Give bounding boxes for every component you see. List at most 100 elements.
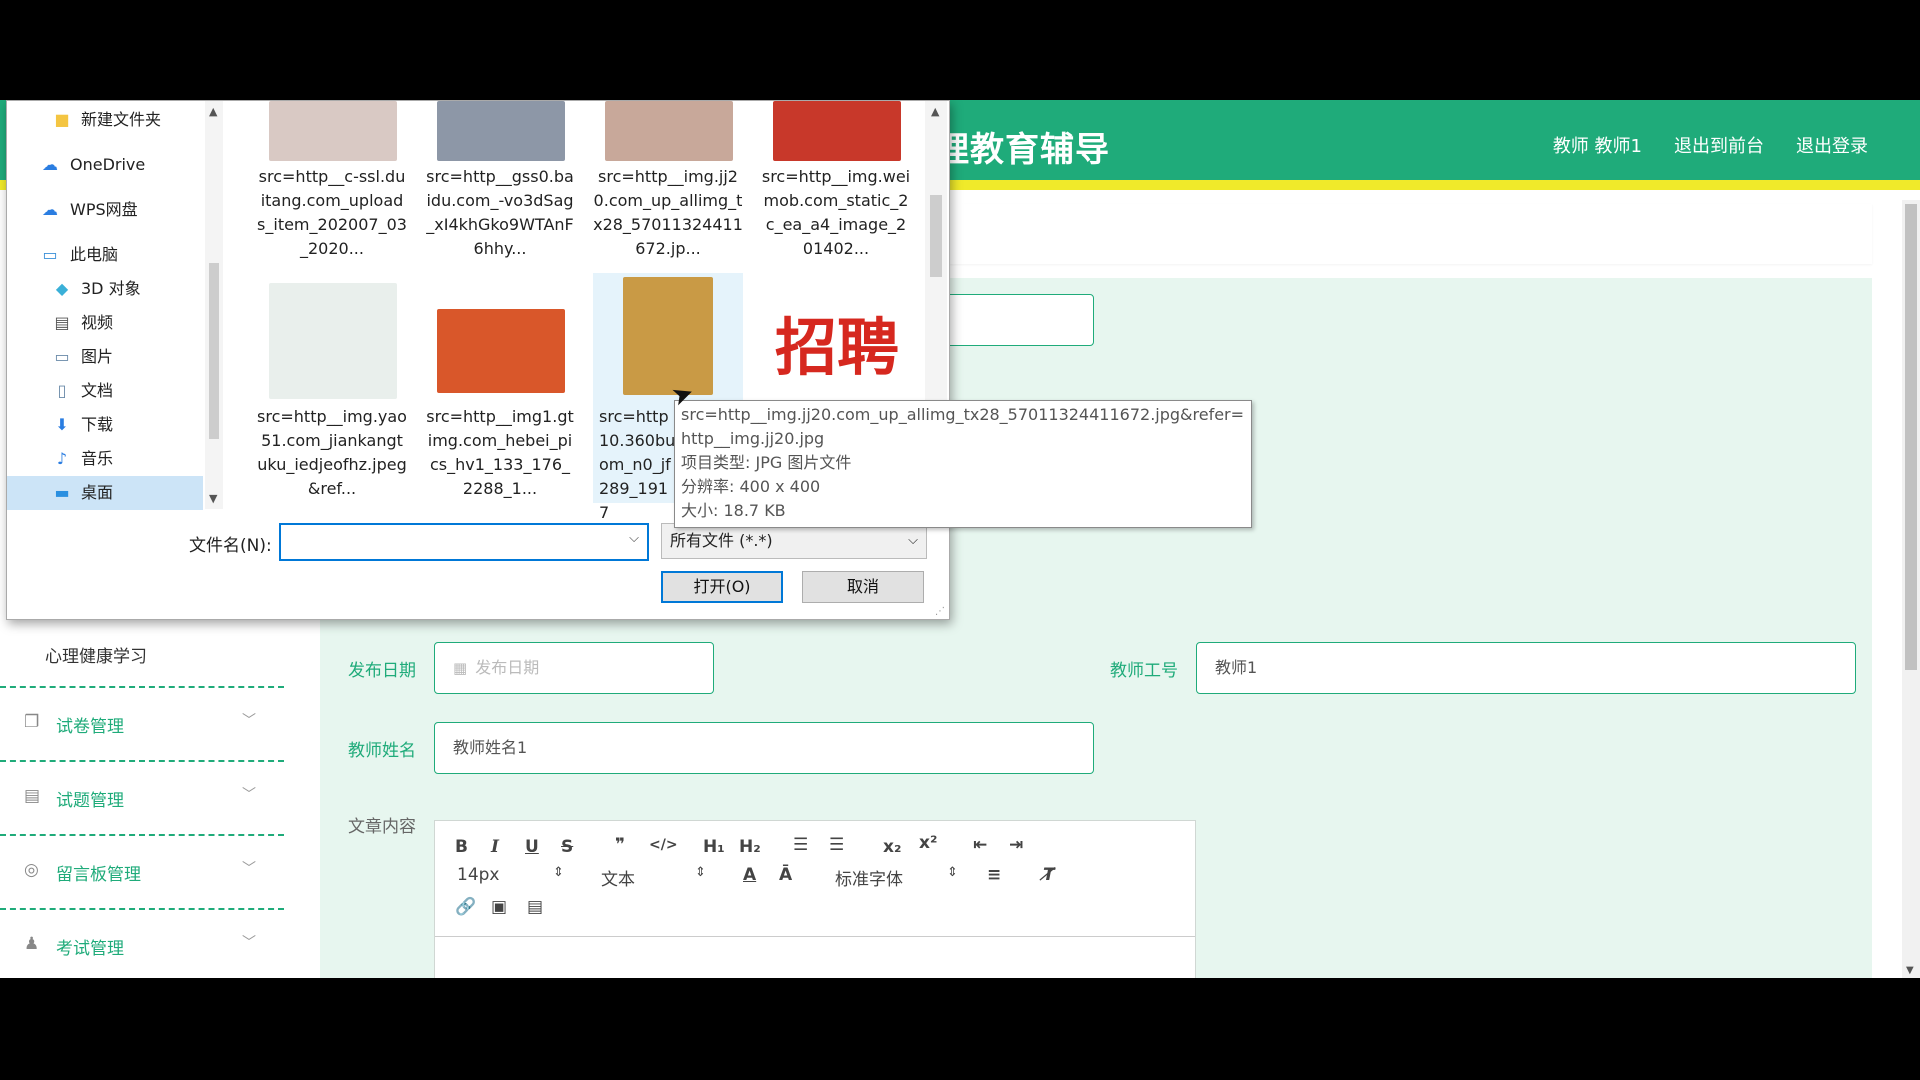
wps-cloud-icon: ☁ <box>42 200 58 219</box>
clear-format-icon[interactable]: T̸ <box>1043 865 1055 885</box>
calendar-icon: ▦ <box>453 659 468 677</box>
file-thumbnail <box>269 101 397 161</box>
nav-item-label: 图片 <box>81 347 114 366</box>
teacher-id-input[interactable]: 教师1 <box>1196 642 1856 694</box>
sidebar-item-label: 考试管理 <box>56 939 124 959</box>
link-icon[interactable]: 🔗 <box>455 897 476 917</box>
computer-icon: ▭ <box>42 245 58 264</box>
nav-item-documents[interactable]: ▯ 文档 <box>7 374 203 408</box>
publish-date-placeholder: 发布日期 <box>475 658 540 677</box>
chevron-down-icon: ⌵ <box>908 533 918 548</box>
picture-folder-icon: ▭ <box>54 347 70 366</box>
nav-item-label: 文档 <box>81 381 114 400</box>
teacher-id-label: 教师工号 <box>1110 661 1178 681</box>
sidebar-subitem-psych-learning[interactable]: 心理健康学习 <box>45 642 147 667</box>
file-open-dialog: ■ 新建文件夹 ☁ OneDrive ☁ WPS网盘 ▭ 此电脑 ◆ 3D 对象… <box>6 100 950 620</box>
code-icon[interactable]: </> <box>649 837 678 853</box>
chevron-down-icon[interactable]: ⌵ <box>629 531 639 546</box>
logout-link[interactable]: 退出登录 <box>1796 132 1868 158</box>
scroll-down-arrow-icon[interactable]: ▼ <box>1906 965 1914 976</box>
h1-icon[interactable]: H₁ <box>703 837 725 857</box>
nav-item-this-pc[interactable]: ▭ 此电脑 <box>7 238 203 272</box>
nav-item-music[interactable]: ♪ 音乐 <box>7 442 203 476</box>
chevron-down-icon: ﹀ <box>242 861 256 877</box>
nav-item-label: 桌面 <box>81 483 114 502</box>
copy-icon: ❐ <box>24 712 40 732</box>
file-type-filter[interactable]: 所有文件 (*.*) ⌵ <box>661 523 927 559</box>
sidebar-item-label: 留言板管理 <box>56 865 141 885</box>
nav-item-pictures[interactable]: ▭ 图片 <box>7 340 203 374</box>
open-button[interactable]: 打开(O) <box>661 571 783 603</box>
nav-item-label: 3D 对象 <box>81 279 141 298</box>
sidebar: 心理健康学习 ❐ 试卷管理 ﹀ ▤ 试题管理 ﹀ ◎ 留言板管理 ﹀ ♟ 考试管… <box>0 620 284 978</box>
tooltip-resolution: 分辨率: 400 x 400 <box>681 477 821 496</box>
nav-item-label: OneDrive <box>70 155 146 174</box>
folder-icon: ■ <box>54 110 70 129</box>
resize-grip-icon[interactable]: ⋰ <box>935 606 945 617</box>
italic-icon[interactable]: I <box>491 837 499 857</box>
file-name: src=http__c-ssl.duitang.com_uploads_item… <box>257 167 407 258</box>
nav-item-label: 视频 <box>81 313 114 332</box>
nav-item-downloads[interactable]: ⬇ 下载 <box>7 408 203 442</box>
publish-date-input[interactable]: ▦ 发布日期 <box>434 642 714 694</box>
file-scrollbar-thumb[interactable] <box>930 195 942 277</box>
file-name: src=http__img.yao51.com_jiankangtuku_ied… <box>257 407 407 498</box>
quote-icon[interactable]: ❞ <box>615 835 625 855</box>
file-tooltip: src=http__img.jj20.com_up_allimg_tx28_57… <box>674 400 1252 528</box>
file-name: src=http10.360buom_n0_jf289_1917 <box>599 407 676 522</box>
file-thumbnail <box>773 101 901 161</box>
sidebar-item-message-board[interactable]: ◎ 留言板管理 ﹀ <box>0 834 284 908</box>
chevron-up-icon[interactable]: ▲ <box>209 105 217 118</box>
page-scrollbar[interactable]: ▼ <box>1902 200 1920 978</box>
indent-icon[interactable]: ⇥ <box>1009 835 1023 855</box>
chevron-down-icon[interactable]: ▼ <box>209 492 217 505</box>
nav-item-desktop[interactable]: ▬ 桌面 <box>7 476 203 510</box>
nav-item-3d-objects[interactable]: ◆ 3D 对象 <box>7 272 203 306</box>
file-type-filter-value: 所有文件 (*.*) <box>670 531 773 550</box>
chevron-up-icon[interactable]: ▲ <box>931 105 939 118</box>
cancel-button[interactable]: 取消 <box>802 571 924 603</box>
sidebar-item-questions[interactable]: ▤ 试题管理 ﹀ <box>0 760 284 834</box>
bold-icon[interactable]: B <box>455 837 468 857</box>
superscript-icon[interactable]: x² <box>919 833 937 853</box>
current-user-link[interactable]: 教师 教师1 <box>1553 132 1642 158</box>
filename-input[interactable]: ⌵ <box>279 523 649 561</box>
font-size-select[interactable]: 14px <box>457 865 499 885</box>
ordered-list-icon[interactable]: ☰ <box>793 835 808 855</box>
bullet-list-icon[interactable]: ☰ <box>829 835 844 855</box>
image-icon[interactable]: ▣ <box>491 897 507 917</box>
font-family-select[interactable]: 标准字体 <box>835 865 903 890</box>
tooltip-filename: src=http__img.jj20.com_up_allimg_tx28_57… <box>681 405 1245 424</box>
nav-item-videos[interactable]: ▤ 视频 <box>7 306 203 340</box>
file-item[interactable]: src=http__img.yao51.com_jiankangtuku_ied… <box>257 273 407 503</box>
teacher-name-input[interactable]: 教师姓名1 <box>434 722 1094 774</box>
nav-item-onedrive[interactable]: ☁ OneDrive <box>7 148 203 182</box>
file-thumbnail <box>623 277 713 395</box>
file-thumbnail <box>269 283 397 399</box>
background-icon[interactable]: Ā <box>779 865 792 885</box>
strike-icon[interactable]: S <box>561 837 573 857</box>
file-name: src=http__img.weimob.com_static_2c_ea_a4… <box>761 167 911 258</box>
tooltip-filename-cont: http__img.jj20.jpg <box>681 429 825 448</box>
outdent-icon[interactable]: ⇤ <box>973 835 987 855</box>
rich-text-editor[interactable]: B I U S ❞ </> H₁ H₂ ☰ ☰ x₂ x² ⇤ ⇥ 14px ⇕… <box>434 820 1196 978</box>
file-item[interactable]: src=http__img1.gtimg.com_hebei_pics_hv1_… <box>425 273 575 503</box>
nav-item-new-folder[interactable]: ■ 新建文件夹 <box>7 103 203 137</box>
nav-item-wps-cloud[interactable]: ☁ WPS网盘 <box>7 193 203 227</box>
subscript-icon[interactable]: x₂ <box>883 837 901 857</box>
h2-icon[interactable]: H₂ <box>739 837 761 857</box>
block-type-select[interactable]: 文本 <box>601 865 635 890</box>
sidebar-item-exams[interactable]: ♟ 考试管理 ﹀ <box>0 908 284 978</box>
document-folder-icon: ▯ <box>57 381 67 400</box>
nav-pane-scrollbar[interactable]: ▲ ▼ <box>205 101 223 509</box>
page-scrollbar-thumb[interactable] <box>1905 204 1917 670</box>
sidebar-item-exam-papers[interactable]: ❐ 试卷管理 ﹀ <box>0 686 284 760</box>
video-icon[interactable]: ▤ <box>527 897 543 917</box>
back-to-frontend-link[interactable]: 退出到前台 <box>1674 132 1764 158</box>
nav-scrollbar-thumb[interactable] <box>209 263 219 439</box>
align-icon[interactable]: ≡ <box>987 865 1001 885</box>
color-icon[interactable]: A <box>743 865 756 885</box>
comment-icon: ◎ <box>24 860 39 880</box>
underline-icon[interactable]: U <box>525 837 539 857</box>
content-label: 文章内容 <box>348 817 416 837</box>
